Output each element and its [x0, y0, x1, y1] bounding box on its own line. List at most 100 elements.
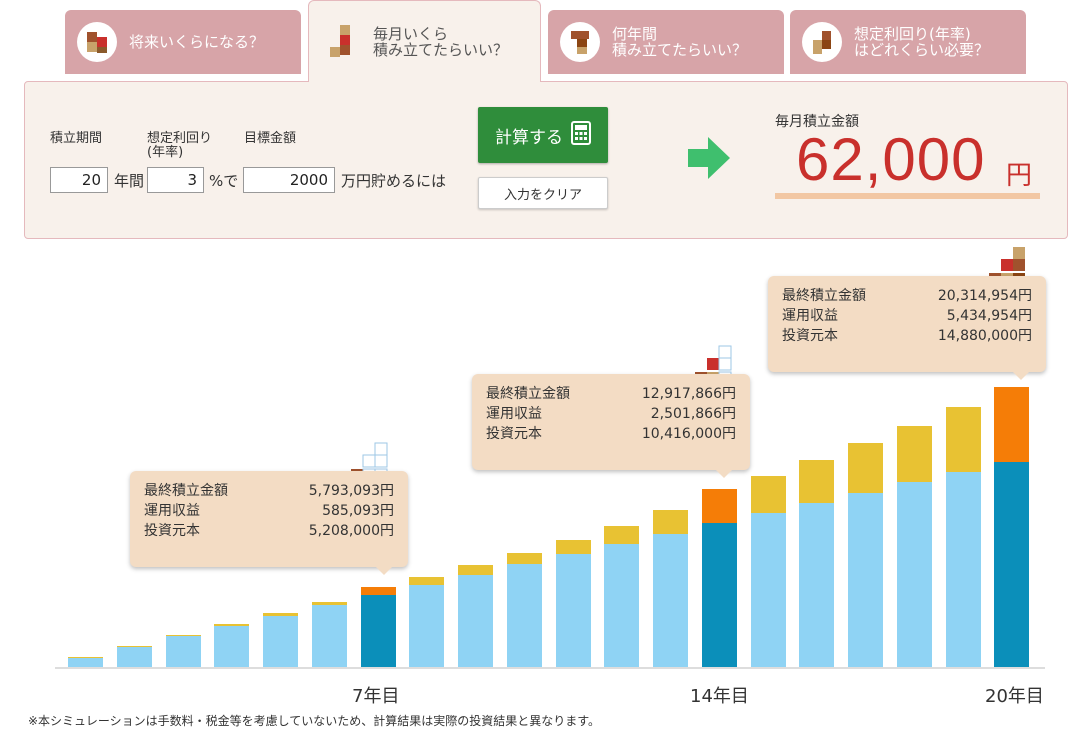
tooltip-row: 最終積立金額 12,917,866円: [486, 384, 736, 404]
bar-profit[interactable]: [799, 460, 835, 503]
bar-principal[interactable]: [360, 595, 396, 667]
bar-principal[interactable]: [555, 554, 591, 667]
tooltip-tail: [376, 567, 392, 575]
bar-profit[interactable]: [116, 646, 152, 648]
tooltip-row: 運用収益 2,501,866円: [486, 404, 736, 424]
bar-principal[interactable]: [896, 482, 932, 667]
tooltip-value: 14,880,000円: [937, 328, 1032, 344]
tooltip-row: 投資元本 5,208,000円: [144, 521, 394, 541]
bar-principal[interactable]: [214, 625, 250, 667]
bar-principal[interactable]: [458, 574, 493, 667]
bar-principal[interactable]: [848, 492, 883, 667]
bar-profit[interactable]: [263, 613, 298, 616]
tooltip-value: 5,793,093円: [308, 483, 394, 499]
bar-principal[interactable]: [799, 502, 835, 667]
tab-required-rate[interactable]: 想定利回り(年率) はどれくらい必要？: [790, 10, 1026, 74]
x-tick-label: 7年目: [352, 686, 400, 707]
x-tick-label: 14年目: [690, 686, 749, 707]
target-input[interactable]: 2000: [243, 167, 335, 193]
bar-profit[interactable]: [506, 552, 542, 565]
bar-principal[interactable]: [994, 461, 1030, 667]
bar-profit[interactable]: [848, 443, 883, 493]
arrow-right-icon: [688, 137, 730, 183]
bar-profit[interactable]: [360, 587, 396, 596]
tooltip-label: 最終積立金額: [144, 483, 228, 499]
tooltip-value: 10,416,000円: [641, 426, 736, 442]
tooltip-year-7: 最終積立金額 5,793,093円 運用収益 585,093円 投資元本 5,208,…: [130, 471, 408, 575]
period-input[interactable]: 20: [50, 167, 108, 193]
bar-profit[interactable]: [409, 576, 445, 585]
bar-profit[interactable]: [945, 407, 981, 473]
bar-principal[interactable]: [604, 543, 640, 667]
tooltip-row: 最終積立金額 5,793,093円: [144, 481, 394, 501]
bar-principal[interactable]: [409, 584, 445, 667]
clear-button[interactable]: 入力をクリア: [478, 177, 608, 209]
bar-principal[interactable]: [701, 523, 737, 667]
rate-unit: %で: [209, 172, 239, 190]
bar-profit[interactable]: [604, 525, 640, 544]
bar-principal[interactable]: [165, 636, 201, 667]
bar-profit[interactable]: [311, 602, 347, 606]
tab-monthly-amount[interactable]: 毎月いくら 積み立てたらいい？: [308, 0, 541, 82]
tab-label: 毎月いくら 積み立てたらいい？: [373, 24, 509, 59]
bar-principal[interactable]: [116, 646, 152, 667]
bar-profit[interactable]: [896, 425, 932, 483]
target-label: 目標金額: [244, 131, 297, 146]
tooltip-label: 運用収益: [782, 308, 838, 324]
bar-principal[interactable]: [68, 656, 103, 667]
bar-principal[interactable]: [945, 472, 981, 667]
tooltip-label: 運用収益: [486, 406, 542, 422]
rate-input[interactable]: 3: [147, 167, 204, 193]
result-unit: 円: [1006, 161, 1033, 191]
tooltip-value: 12,917,866円: [641, 386, 736, 402]
tooltip-year-20: 最終積立金額 20,314,954円 運用収益 5,434,954円 投資元本 14,…: [768, 276, 1046, 380]
tooltip-row: 投資元本 14,880,000円: [782, 326, 1032, 346]
tab-label: 想定利回り(年率) はどれくらい必要？: [854, 25, 990, 59]
bar-profit[interactable]: [214, 624, 250, 626]
bar-principal[interactable]: [263, 615, 298, 667]
calculate-button[interactable]: 計算する: [478, 107, 608, 163]
bar-profit[interactable]: [750, 475, 786, 514]
tooltip-tail: [716, 470, 732, 478]
tooltip-label: 最終積立金額: [782, 288, 866, 304]
bar-profit[interactable]: [653, 510, 688, 534]
bar-profit[interactable]: [555, 540, 591, 555]
tab-future-amount[interactable]: 将来いくらになる？: [65, 10, 301, 74]
tooltip-value: 2,501,866円: [650, 406, 736, 422]
tooltip-value: 5,208,000円: [308, 523, 394, 539]
tooltip-year-14: 最終積立金額 12,917,866円 運用収益 2,501,866円 投資元本 10,…: [472, 374, 750, 478]
bar-principal[interactable]: [311, 605, 347, 667]
bar-profit[interactable]: [68, 656, 103, 658]
tooltip-tail: [1013, 372, 1029, 380]
x-tick-label: 20年目: [985, 686, 1044, 707]
blocks-icon: [77, 22, 117, 62]
chart-baseline: [55, 667, 1045, 669]
tab-years[interactable]: 何年間 積み立てたらいい？: [548, 10, 784, 74]
result-underline: [775, 193, 1040, 199]
tooltip-label: 投資元本: [486, 426, 542, 442]
bar-principal[interactable]: [750, 513, 786, 667]
result-value: 62,000: [796, 126, 986, 193]
tooltip-row: 運用収益 5,434,954円: [782, 306, 1032, 326]
tooltip-row: 最終積立金額 20,314,954円: [782, 286, 1032, 306]
tooltip-label: 最終積立金額: [486, 386, 570, 402]
bar-profit[interactable]: [701, 488, 737, 524]
tooltip-value: 20,314,954円: [937, 288, 1032, 304]
blocks-icon: [321, 22, 361, 62]
blocks-icon: [802, 22, 842, 62]
tooltip-label: 投資元本: [782, 328, 838, 344]
period-unit: 年間: [114, 172, 145, 190]
bar-profit[interactable]: [165, 635, 201, 637]
tooltip-row: 投資元本 10,416,000円: [486, 424, 736, 444]
bar-principal[interactable]: [506, 564, 542, 667]
tooltip-row: 運用収益 585,093円: [144, 501, 394, 521]
tooltip-label: 運用収益: [144, 503, 200, 519]
calculate-label: 計算する: [495, 127, 563, 148]
bar-profit[interactable]: [994, 387, 1030, 462]
rate-label: 想定利回り (年率): [147, 131, 213, 160]
bar-profit[interactable]: [458, 564, 493, 575]
tab-label: 将来いくらになる？: [129, 33, 265, 51]
calculator-icon: [571, 120, 591, 150]
bar-principal[interactable]: [653, 533, 688, 667]
footnote: ※本シミュレーションは手数料・税金等を考慮していないため、計算結果は実際の投資結…: [28, 714, 601, 728]
